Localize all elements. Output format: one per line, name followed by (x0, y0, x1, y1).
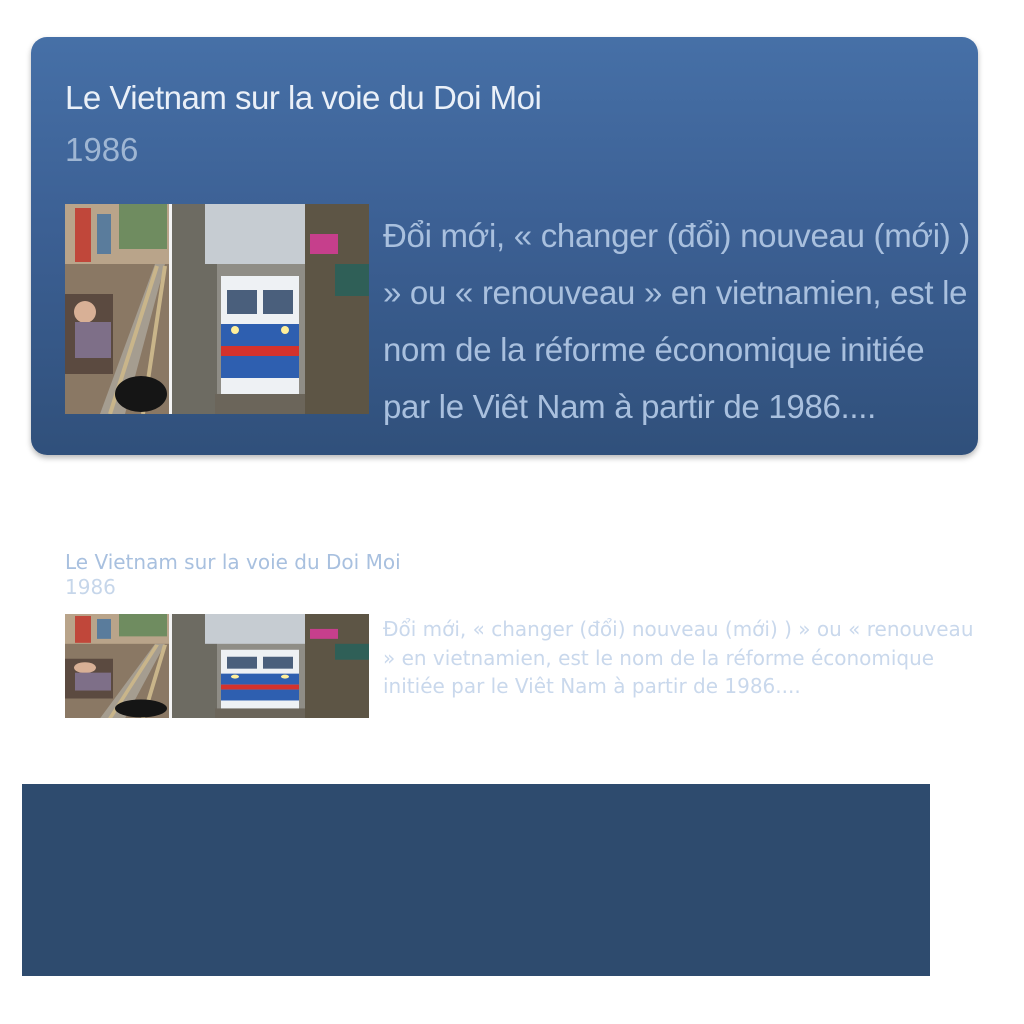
reflection-year: 1986 (65, 575, 116, 599)
article-year: 1986 (65, 131, 139, 168)
reflection-description: Đổi mới, « changer (đổi) nouveau (mới) )… (383, 617, 974, 698)
card-reflection: Le Vietnam sur la voie du Doi Moi 1986 Đ… (31, 540, 978, 730)
reflection-photo-graphic (65, 614, 369, 718)
photo-graphic (65, 204, 369, 414)
bottom-dark-panel (22, 784, 930, 976)
article-description: Đổi mới, « changer (đổi) nouveau (mới) )… (383, 217, 970, 425)
stage: Le Vietnam sur la voie du Doi Moi 1986 Đ… (0, 0, 1024, 1024)
article-card[interactable]: Le Vietnam sur la voie du Doi Moi 1986 Đ… (31, 37, 978, 455)
reflection-title: Le Vietnam sur la voie du Doi Moi (65, 550, 401, 574)
train-street-photo[interactable] (65, 204, 369, 414)
article-title[interactable]: Le Vietnam sur la voie du Doi Moi (65, 79, 542, 117)
reflection-photo (65, 614, 369, 718)
